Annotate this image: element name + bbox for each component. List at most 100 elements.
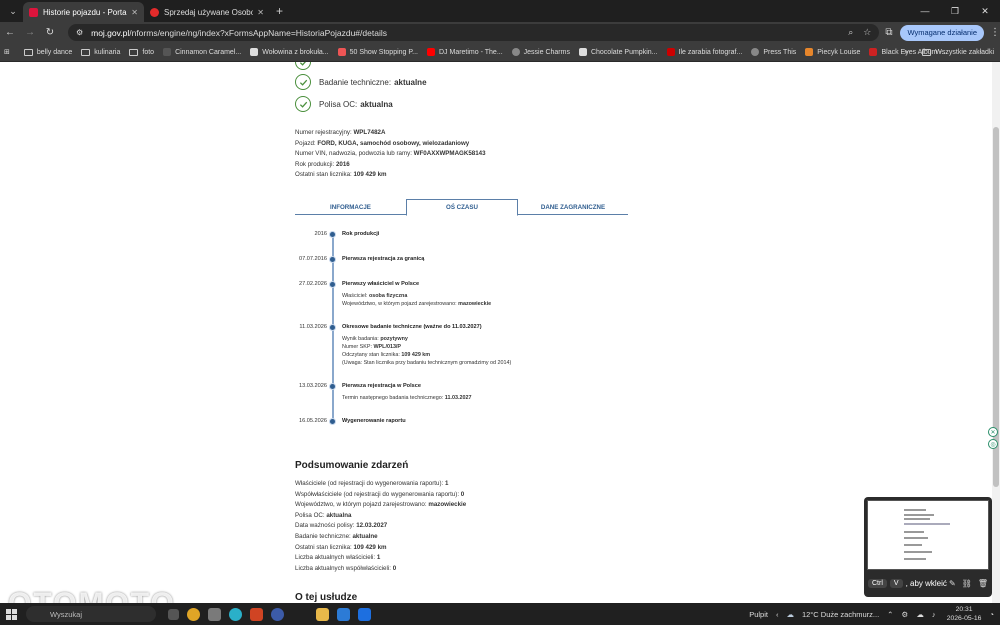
bookmark-favicon-icon (337, 48, 346, 56)
timeline-details: Termin następnego badania technicznego: … (342, 395, 472, 401)
bookmark-item[interactable]: Press This (751, 48, 796, 56)
summary-list: Właściciele (od rejestracji do wygenerow… (295, 479, 466, 574)
desktop-label[interactable]: Pulpit (749, 610, 768, 619)
close-widget-icon[interactable]: ✕ (988, 427, 998, 437)
page-scrollbar[interactable] (992, 62, 1000, 603)
bookmark-folder[interactable]: kulinaria (81, 48, 120, 56)
timeline-date: 2016 (314, 231, 327, 237)
youtube-icon (426, 48, 435, 56)
tab-title: Historie pojazdu - Portal gov.pl (43, 7, 128, 17)
minimize-icon[interactable]: — (910, 0, 940, 22)
back-icon[interactable]: ← (0, 27, 20, 38)
tab-os-czasu[interactable]: OŚ CZASU (406, 199, 518, 216)
address-bar[interactable]: ⚙ moj.gov.pl/nforms/engine/ng/index?xFor… (67, 24, 880, 41)
summary-row: Właściciele (od rejestracji do wygenerow… (295, 480, 449, 487)
new-tab-icon[interactable]: + (276, 4, 283, 18)
bookmark-item[interactable]: Jessie Charms (511, 48, 570, 56)
about-heading: O tej usłudze (295, 592, 358, 603)
bookmark-star-icon[interactable]: ☆ (863, 27, 871, 38)
trash-icon[interactable]: 🗑 (978, 579, 988, 588)
summary-heading: Podsumowanie zdarzeń (295, 460, 409, 471)
side-widget: ✕ ◎ (988, 427, 1000, 449)
page-content: Badanie techniczne: aktualne Polisa OC: ak… (0, 62, 1000, 603)
tab-search-icon[interactable]: ⌄ (3, 3, 23, 19)
bookmark-item[interactable]: Cinnamon Caramel... (163, 48, 241, 56)
photos-icon[interactable] (337, 607, 350, 621)
paste-hint-text: , aby wkleić (905, 578, 947, 588)
office-icon[interactable] (250, 607, 263, 621)
bookmark-item[interactable]: Ile zarabia fotograf... (666, 48, 742, 56)
bookmark-favicon-icon (578, 48, 587, 56)
maximize-icon[interactable]: ❐ (940, 0, 970, 22)
close-icon[interactable]: ✕ (131, 8, 138, 17)
taskbar: Wyszukaj Pulpit ‹ ☁ 12°C Duże zachmurz..… (0, 603, 1000, 625)
chevron-up-icon[interactable]: ‹ (776, 610, 779, 619)
bookmarks-bar: ⊞ belly dance kulinaria foto Cinnamon Ca… (0, 43, 1000, 62)
tab-sprzedaj[interactable]: Sprzedaj używane Osobowe | O ✕ (144, 2, 270, 22)
extensions-icon[interactable]: ⧉ (885, 27, 892, 38)
bookmark-favicon-icon (666, 48, 675, 56)
bookmark-item[interactable]: 50 Show Stopping P... (337, 48, 418, 56)
bookmark-item[interactable]: Chocolate Pumpkin... (578, 48, 658, 56)
bookmark-favicon-icon (163, 48, 172, 56)
screenshot-thumbnail[interactable] (867, 500, 989, 570)
task-view-icon[interactable] (168, 608, 179, 620)
screen: ⌄ Historie pojazdu - Portal gov.pl ✕ Spr… (0, 0, 1000, 625)
folder-icon (129, 48, 139, 56)
status-row (295, 62, 319, 70)
more-bookmarks-icon[interactable]: » (904, 49, 908, 56)
site-info-icon[interactable]: ⚙ (76, 28, 83, 37)
gov-favicon-icon (29, 7, 38, 17)
weather-text[interactable]: 12°C Duże zachmurz... (802, 610, 879, 619)
timeline-title: Pierwsza rejestracja za granicą (342, 256, 425, 262)
folder-icon (922, 49, 932, 56)
bookmark-favicon-icon (869, 48, 878, 56)
report-tabs: INFORMACJE OŚ CZASU DANE ZAGRANICZNE (295, 199, 628, 216)
timeline-title: Pierwszy właściciel w Polsce (342, 281, 420, 287)
tab-historie-pojazdu[interactable]: Historie pojazdu - Portal gov.pl ✕ (23, 2, 144, 22)
tray-icons[interactable]: ⌃ ⚙ ☁ ♪ (887, 610, 939, 619)
forward-icon[interactable]: → (20, 27, 40, 38)
dropbox-icon[interactable] (358, 607, 371, 621)
bookmark-folder[interactable]: belly dance (23, 48, 72, 56)
app-icon[interactable] (271, 607, 284, 621)
bookmark-folder[interactable]: foto (129, 48, 154, 56)
zoom-search-icon[interactable]: ⌕ (848, 27, 853, 38)
taskbar-search[interactable]: Wyszukaj (26, 606, 156, 622)
v-key: V (889, 578, 903, 588)
bookmark-item[interactable]: DJ Maretimo - The... (426, 48, 503, 56)
clock[interactable]: 20:31 2026-05-16 (947, 605, 982, 623)
summary-row: Ostatni stan licznika: 109 429 km (295, 543, 387, 551)
otomoto-favicon-icon (150, 7, 159, 17)
reload-icon[interactable]: ↻ (40, 27, 60, 38)
bookmark-item[interactable]: Wołowina z brokuła... (250, 48, 329, 56)
start-icon[interactable] (0, 603, 22, 625)
tab-title: Sprzedaj używane Osobowe | O (164, 7, 254, 17)
timeline-date: 13.03.2026 (299, 383, 327, 389)
explorer-icon[interactable] (316, 607, 329, 621)
tab-informacje[interactable]: INFORMACJE (295, 199, 406, 215)
tab-dane-zagraniczne[interactable]: DANE ZAGRANICZNE (518, 199, 628, 215)
edge-icon[interactable] (229, 607, 242, 621)
close-window-icon[interactable]: ✕ (970, 0, 1000, 22)
accessibility-icon[interactable]: ◎ (988, 439, 998, 449)
timeline-title: Okresowe badanie techniczne (ważne do 11… (342, 324, 482, 330)
bookmark-item[interactable]: Piecyk Louise (805, 48, 860, 56)
detail-vehicle: Pojazd: FORD, KUGA, samochód osobowy, wi… (295, 139, 470, 147)
window-controls: — ❐ ✕ (910, 0, 1000, 22)
edit-icon[interactable]: ✎ (949, 579, 956, 588)
summary-row: Województwo, w którym pojazd zarejestrow… (295, 501, 467, 509)
bookmark-favicon-icon (250, 48, 259, 56)
tab-strip: ⌄ Historie pojazdu - Portal gov.pl ✕ Spr… (0, 0, 1000, 22)
chrome-icon[interactable] (187, 607, 200, 621)
store-icon[interactable] (208, 607, 221, 621)
timeline-dot-icon (329, 418, 336, 425)
notifications-icon[interactable]: ◔ (989, 610, 994, 619)
bookmarks-apps-icon[interactable]: ⊞ (4, 48, 10, 56)
menu-kebab-icon[interactable]: ⋮ (990, 27, 1000, 38)
close-icon[interactable]: ✕ (257, 8, 264, 17)
link-icon[interactable]: ⛓ (962, 579, 972, 588)
all-bookmarks[interactable]: Wszystkie zakładki (935, 49, 994, 56)
required-action-button[interactable]: Wymagane działanie (900, 24, 985, 41)
vehicle-details: Numer rejestracyjny: WPL7482A Pojazd: FO… (295, 128, 486, 181)
